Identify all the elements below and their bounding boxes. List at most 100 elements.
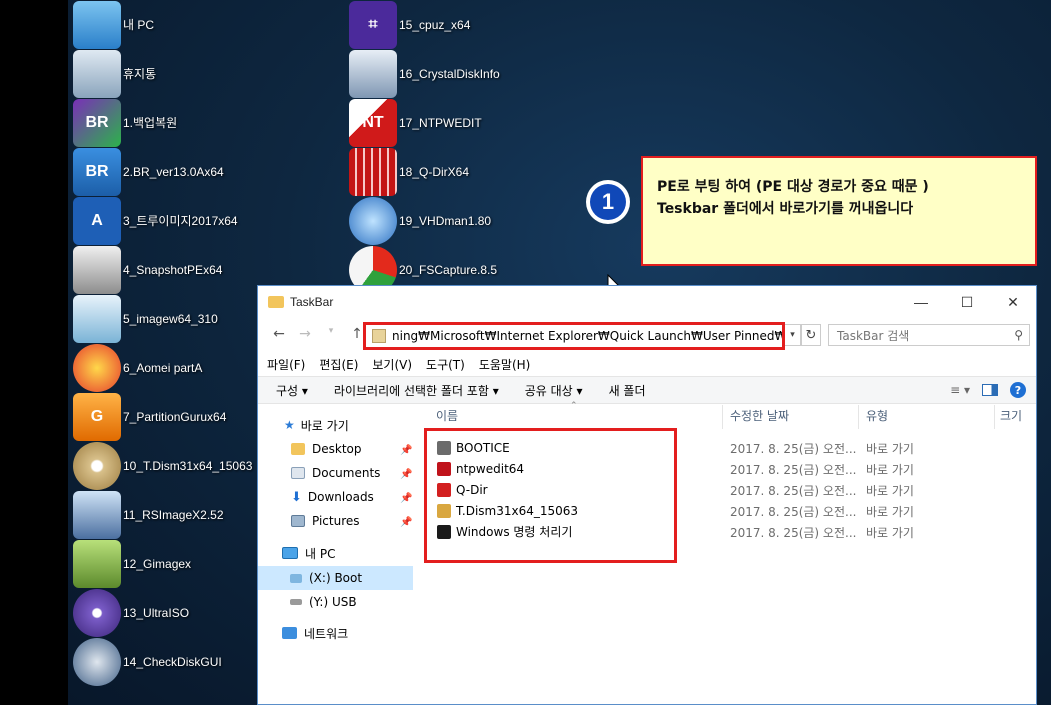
view-options-icon[interactable]: ≡ ▾ (950, 383, 970, 397)
desktop-shortcut[interactable]: 13_UltraISO (73, 588, 189, 637)
menu-file[interactable]: 파일(F) (267, 356, 305, 373)
nav-this-pc[interactable]: 내 PC (282, 542, 335, 564)
annotation-note: PE로 부팅 하여 (PE 대상 경로가 중요 때문 ) Teskbar 폴더에… (641, 156, 1037, 266)
desktop-shortcut-label: 4_SnapshotPEx64 (123, 262, 223, 277)
nav-downloads[interactable]: ⬇ Downloads (291, 486, 374, 508)
desktop-shortcut-label: 7_PartitionGurux64 (123, 409, 227, 424)
nav-pictures[interactable]: Pictures (291, 510, 360, 532)
menu-tools[interactable]: 도구(T) (426, 356, 465, 373)
pin-icon[interactable]: 📌 (400, 493, 412, 504)
desktop-shortcut[interactable]: 18_Q-DirX64 (349, 147, 469, 196)
star-icon: ★ (284, 418, 295, 432)
pin-icon[interactable]: 📌 (400, 517, 412, 528)
recent-dropdown-icon[interactable]: ▾ (320, 326, 342, 342)
column-divider[interactable] (722, 405, 723, 429)
help-icon[interactable]: ? (1010, 382, 1026, 398)
nav-label: (X:) Boot (309, 571, 363, 585)
menu-edit[interactable]: 편집(E) (319, 356, 358, 373)
column-size[interactable]: 크기 (1000, 407, 1022, 424)
desktop-shortcut[interactable]: 6_Aomei partA (73, 343, 202, 392)
share-with-button[interactable]: 공유 대상 ▾ (525, 382, 583, 399)
file-date: 2017. 8. 25(금) 오전... (730, 526, 857, 540)
desktop-shortcut[interactable]: NT 17_NTPWEDIT (349, 98, 482, 147)
address-bar[interactable]: ning₩Microsoft₩Internet Explorer₩Quick L… (363, 322, 785, 350)
column-divider[interactable] (994, 405, 995, 429)
nav-drive-x[interactable]: (X:) Boot (290, 567, 362, 589)
refresh-icon[interactable]: ↻ (801, 324, 821, 346)
desktop-shortcut-label: 10_T.Dism31x64_15063 (123, 458, 253, 473)
file-name: Q-Dir (456, 482, 488, 497)
desktop-shortcut[interactable]: 16_CrystalDiskInfo (349, 49, 500, 98)
nav-network[interactable]: 네트워크 (282, 622, 348, 644)
search-input[interactable]: TaskBar 검색 ⚲ (828, 324, 1030, 346)
back-arrow-icon[interactable]: ← (268, 326, 290, 342)
desktop-shortcut[interactable]: G 7_PartitionGurux64 (73, 392, 226, 441)
desktop-shortcut[interactable]: A 3_트루이미지2017x64 (73, 196, 238, 245)
maximize-button[interactable]: ☐ (944, 286, 990, 318)
partitionguru-icon: G (73, 392, 121, 441)
desktop-shortcut-label: 휴지통 (123, 67, 157, 81)
preview-pane-icon[interactable] (982, 384, 998, 396)
nav-label: 바로 가기 (300, 418, 349, 433)
organize-button[interactable]: 구성 ▾ (276, 382, 308, 399)
forward-arrow-icon[interactable]: → (294, 326, 316, 342)
nav-label: Desktop (312, 442, 362, 456)
bootice-icon (437, 440, 451, 455)
nav-label: 내 PC (305, 546, 336, 561)
nav-label: Pictures (312, 514, 360, 528)
minimize-button[interactable]: — (898, 286, 944, 318)
column-date[interactable]: 수정한 날짜 (730, 407, 789, 424)
nav-drive-y[interactable]: (Y:) USB (290, 591, 357, 613)
close-button[interactable]: ✕ (990, 286, 1036, 318)
imagew-pc-icon (73, 294, 121, 343)
menu-bar: 파일(F) 편집(E) 보기(V) 도구(T) 도움말(H) (267, 356, 530, 373)
desktop-shortcut[interactable]: 19_VHDman1.80 (349, 196, 491, 245)
network-icon (282, 627, 297, 639)
checkdisk-icon (73, 637, 121, 686)
nav-quick-access[interactable]: ★ 바로 가기 (284, 414, 349, 436)
desktop-shortcut-label: 2.BR_ver13.0Ax64 (123, 164, 224, 179)
address-dropdown-icon[interactable]: ▾ (785, 324, 801, 346)
desktop-shortcut[interactable]: 10_T.Dism31x64_15063 (73, 441, 252, 490)
desktop-shortcut[interactable]: BR 1.백업복원 (73, 98, 177, 147)
desktop-shortcut[interactable]: 4_SnapshotPEx64 (73, 245, 222, 294)
pin-icon[interactable]: 📌 (400, 469, 412, 480)
recycle-bin-icon (73, 49, 121, 98)
file-type: 바로 가기 (866, 505, 914, 519)
desktop-shortcut[interactable]: 14_CheckDiskGUI (73, 637, 222, 686)
desktop-shortcut[interactable]: 휴지통 (73, 49, 156, 98)
desktop-shortcut[interactable]: 5_imagew64_310 (73, 294, 218, 343)
nav-documents[interactable]: Documents (291, 462, 380, 484)
pin-icon[interactable]: 📌 (400, 445, 412, 456)
desktop-shortcut-label: 19_VHDman1.80 (399, 213, 492, 228)
file-type: 바로 가기 (866, 484, 914, 498)
ultraiso-icon (73, 588, 121, 637)
file-date: 2017. 8. 25(금) 오전... (730, 463, 857, 477)
search-placeholder: TaskBar 검색 (837, 328, 910, 343)
desktop-shortcut[interactable]: ⌗ 15_cpuz_x64 (349, 0, 470, 49)
menu-help[interactable]: 도움말(H) (479, 356, 531, 373)
column-type[interactable]: 유형 (866, 407, 888, 424)
monitor-icon (282, 547, 298, 559)
desktop-shortcut[interactable]: 11_RSImageX2.52 (73, 490, 224, 539)
new-folder-button[interactable]: 새 폴더 (609, 382, 646, 399)
nav-label: Downloads (307, 490, 374, 504)
desktop-shortcut-label: 13_UltraISO (123, 605, 190, 620)
nav-desktop[interactable]: Desktop (291, 438, 415, 460)
pictures-icon (291, 515, 305, 527)
desktop-shortcut-label: 17_NTPWEDIT (399, 115, 482, 130)
qdir-icon (349, 147, 397, 196)
column-name[interactable]: 이름 (436, 407, 458, 424)
desktop-shortcut[interactable]: 12_Gimagex (73, 539, 191, 588)
step-number-badge: 1 (586, 180, 630, 224)
aomei-icon (73, 343, 121, 392)
title-bar[interactable]: TaskBar — ☐ ✕ (258, 286, 1036, 318)
desktop-shortcut-label: 6_Aomei partA (123, 360, 203, 375)
column-divider[interactable] (858, 405, 859, 429)
include-in-library-button[interactable]: 라이브러리에 선택한 폴더 포함 ▾ (334, 382, 499, 399)
this-pc-icon (73, 0, 121, 49)
desktop-shortcut-label: 18_Q-DirX64 (399, 164, 470, 179)
desktop-shortcut[interactable]: 내 PC (73, 0, 154, 49)
menu-view[interactable]: 보기(V) (372, 356, 412, 373)
desktop-shortcut[interactable]: BR 2.BR_ver13.0Ax64 (73, 147, 224, 196)
